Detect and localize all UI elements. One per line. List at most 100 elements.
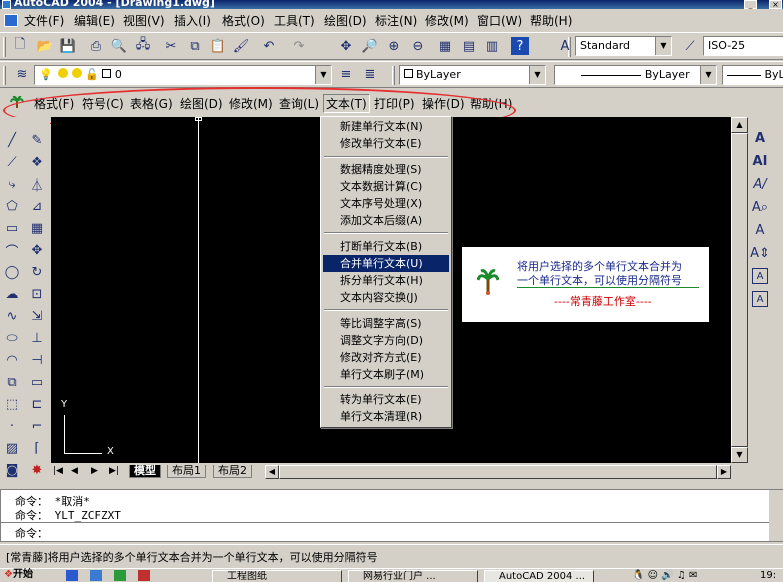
extend-icon[interactable]: ⊣ xyxy=(26,349,48,371)
vertical-scrollbar[interactable]: ▲ ▼ xyxy=(731,117,748,463)
minimize-button[interactable]: _ xyxy=(744,0,757,9)
menu-item-clean-text[interactable]: 单行文本清理(R) xyxy=(323,408,449,425)
quicklaunch-icon[interactable] xyxy=(114,570,126,581)
text-style-select[interactable]: Standard▼ xyxy=(575,36,672,56)
menu-window[interactable]: 窗口(W) xyxy=(477,12,522,29)
make-block-icon[interactable]: ⬚ xyxy=(1,393,23,415)
insert-block-icon[interactable]: ⧉ xyxy=(1,371,23,393)
redo-icon[interactable]: ↷ xyxy=(289,36,309,56)
quicklaunch-icon[interactable] xyxy=(66,570,78,581)
taskbar-folder[interactable]: 工程图纸 xyxy=(212,570,342,582)
open-icon[interactable]: 📂 xyxy=(35,36,55,56)
menu-draw[interactable]: 绘图(D) xyxy=(324,12,367,29)
text-style-tool-icon[interactable]: A xyxy=(749,219,771,241)
save-icon[interactable]: 💾 xyxy=(58,36,78,56)
layer-manager-icon[interactable]: ≋ xyxy=(12,64,32,84)
join-icon[interactable]: ⊏ xyxy=(26,393,48,415)
justify-text-icon[interactable]: A xyxy=(752,268,768,284)
chevron-down-icon[interactable]: ▼ xyxy=(655,37,671,55)
hscroll-thumb[interactable] xyxy=(279,465,717,479)
plugin-menu-format[interactable]: 格式(F) xyxy=(34,95,74,112)
scale-icon[interactable]: ⊡ xyxy=(26,283,48,305)
menu-view[interactable]: 视图(V) xyxy=(123,12,165,29)
menu-help[interactable]: 帮助(H) xyxy=(530,12,572,29)
convert-space-icon[interactable]: A xyxy=(752,291,768,307)
rotate-icon[interactable]: ↻ xyxy=(26,261,48,283)
plugin-menu-help[interactable]: 帮助(H) xyxy=(470,95,512,112)
make-current-layer-icon[interactable]: ≡ xyxy=(336,64,356,84)
next-tab-icon[interactable]: ▶ xyxy=(91,466,98,476)
circle-icon[interactable]: ◯ xyxy=(1,261,23,283)
plugin-menu-query[interactable]: 查询(L) xyxy=(279,95,319,112)
tab-layout2[interactable]: 布局2 xyxy=(213,465,252,478)
spline-icon[interactable]: ∿ xyxy=(1,305,23,327)
zoom-realtime-icon[interactable]: 🔎 xyxy=(360,36,380,56)
last-tab-icon[interactable]: ▶| xyxy=(109,466,119,476)
menu-file[interactable]: 文件(F) xyxy=(24,12,64,29)
command-scrollbar[interactable] xyxy=(769,490,783,541)
revision-cloud-icon[interactable]: ☁ xyxy=(1,283,23,305)
color-select[interactable]: ByLayer▼ xyxy=(399,65,546,85)
document-icon[interactable] xyxy=(4,14,18,27)
zoom-window-icon[interactable]: ⊕ xyxy=(384,36,404,56)
copy-icon[interactable]: ⧉ xyxy=(185,36,205,56)
chevron-down-icon[interactable]: ▼ xyxy=(529,66,545,84)
trim-icon[interactable]: ⊥ xyxy=(26,327,48,349)
quicklaunch-icon[interactable] xyxy=(138,570,150,581)
multiline-text-icon[interactable]: A xyxy=(749,127,771,149)
plugin-menu-table[interactable]: 表格(G) xyxy=(130,95,173,112)
scroll-thumb[interactable] xyxy=(731,133,748,447)
menu-item-new-text[interactable]: 新建单行文本(N) xyxy=(323,118,449,135)
taskbar-browser[interactable]: 网易行业门户 ... xyxy=(348,570,478,582)
menu-item-sequence[interactable]: 文本序号处理(X) xyxy=(323,195,449,212)
zoom-previous-icon[interactable]: ⊖ xyxy=(408,36,428,56)
menu-insert[interactable]: 插入(I) xyxy=(174,12,211,29)
ellipse-icon[interactable]: ⬭ xyxy=(1,327,23,349)
toolbar-grip[interactable] xyxy=(3,37,6,57)
preview-icon[interactable]: 🔍 xyxy=(109,36,129,56)
explode-icon[interactable]: ✸ xyxy=(26,459,48,481)
taskbar-autocad[interactable]: AutoCAD 2004 ... xyxy=(484,570,594,582)
scroll-left-icon[interactable]: ◀ xyxy=(265,465,279,479)
undo-icon[interactable]: ↶ xyxy=(259,36,279,56)
move-icon[interactable]: ✥ xyxy=(26,239,48,261)
new-icon[interactable]: 🗋 xyxy=(10,36,30,56)
match-properties-icon[interactable]: 🖌 xyxy=(231,36,251,56)
toolbar-grip[interactable] xyxy=(3,66,6,85)
scroll-right-icon[interactable]: ▶ xyxy=(717,465,731,479)
erase-icon[interactable]: ✎ xyxy=(26,129,48,151)
menu-item-swap-text[interactable]: 文本内容交换(J) xyxy=(323,289,449,306)
polygon-icon[interactable]: ⬠ xyxy=(1,195,23,217)
menu-item-convert-single[interactable]: 转为单行文本(E) xyxy=(323,391,449,408)
find-text-icon[interactable]: A⌕ xyxy=(749,196,771,218)
menu-item-suffix[interactable]: 添加文本后缀(A) xyxy=(323,212,449,229)
design-center-icon[interactable]: ▤ xyxy=(459,36,479,56)
menu-item-break-text[interactable]: 打断单行文本(B) xyxy=(323,238,449,255)
publish-icon[interactable]: 🖧 xyxy=(133,36,153,56)
properties-icon[interactable]: ▦ xyxy=(435,36,455,56)
lineweight-select[interactable]: ByL xyxy=(722,65,783,85)
single-line-text-icon[interactable]: AI xyxy=(749,150,771,172)
menu-item-text-direction[interactable]: 调整文字方向(D) xyxy=(323,332,449,349)
layer-select[interactable]: 💡 🔓 0 ▼ xyxy=(34,65,332,85)
offset-icon[interactable]: ⊿ xyxy=(26,195,48,217)
command-window[interactable]: 命令： *取消* 命令： YLT_ZCFZXT 命令： xyxy=(0,489,783,542)
plugin-menu-operation[interactable]: 操作(D) xyxy=(422,95,465,112)
command-prompt[interactable]: 命令： xyxy=(15,525,48,541)
menu-tools[interactable]: 工具(T) xyxy=(274,12,315,29)
hatch-icon[interactable]: ▨ xyxy=(1,437,23,459)
horizontal-scrollbar[interactable]: ◀ ▶ xyxy=(265,465,731,479)
menu-item-text-brush[interactable]: 单行文本刷子(M) xyxy=(323,366,449,383)
mirror-icon[interactable]: ⏃ xyxy=(26,173,48,195)
rectangle-icon[interactable]: ▭ xyxy=(1,217,23,239)
prev-tab-icon[interactable]: ◀ xyxy=(71,466,78,476)
tool-palettes-icon[interactable]: ▥ xyxy=(482,36,502,56)
plugin-menu-modify[interactable]: 修改(M) xyxy=(229,95,273,112)
chevron-down-icon[interactable]: ▼ xyxy=(315,66,331,84)
quicklaunch-icon[interactable] xyxy=(90,570,102,581)
menu-dimension[interactable]: 标注(N) xyxy=(375,12,417,29)
stretch-icon[interactable]: ⇲ xyxy=(26,305,48,327)
menu-edit[interactable]: 编辑(E) xyxy=(74,12,115,29)
tab-model[interactable]: 模型 xyxy=(129,465,161,478)
line-icon[interactable]: ╱ xyxy=(1,129,23,151)
